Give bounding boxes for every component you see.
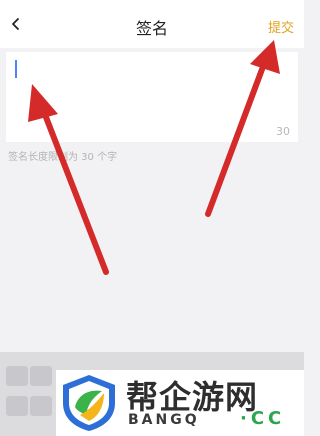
watermark: 帮企游网 BANGQ ·CC [56, 370, 304, 436]
keyboard-key[interactable] [30, 396, 52, 416]
shield-logo-icon [63, 375, 115, 431]
submit-button[interactable]: 提交 [268, 17, 294, 36]
signature-input[interactable]: 30 [6, 52, 298, 142]
page-title: 签名 [135, 19, 168, 38]
watermark-text-en: BANGQ [128, 412, 200, 428]
top-bar: 签名 提交 [0, 0, 304, 48]
watermark-text-cc: ·CC [240, 408, 286, 429]
char-counter: 30 [276, 125, 290, 138]
keyboard-key[interactable] [6, 366, 28, 386]
keyboard-key[interactable] [30, 366, 52, 386]
length-hint: 签名长度限制为 30 个字 [8, 152, 118, 163]
text-caret [15, 60, 17, 78]
keyboard-key[interactable] [6, 396, 28, 416]
